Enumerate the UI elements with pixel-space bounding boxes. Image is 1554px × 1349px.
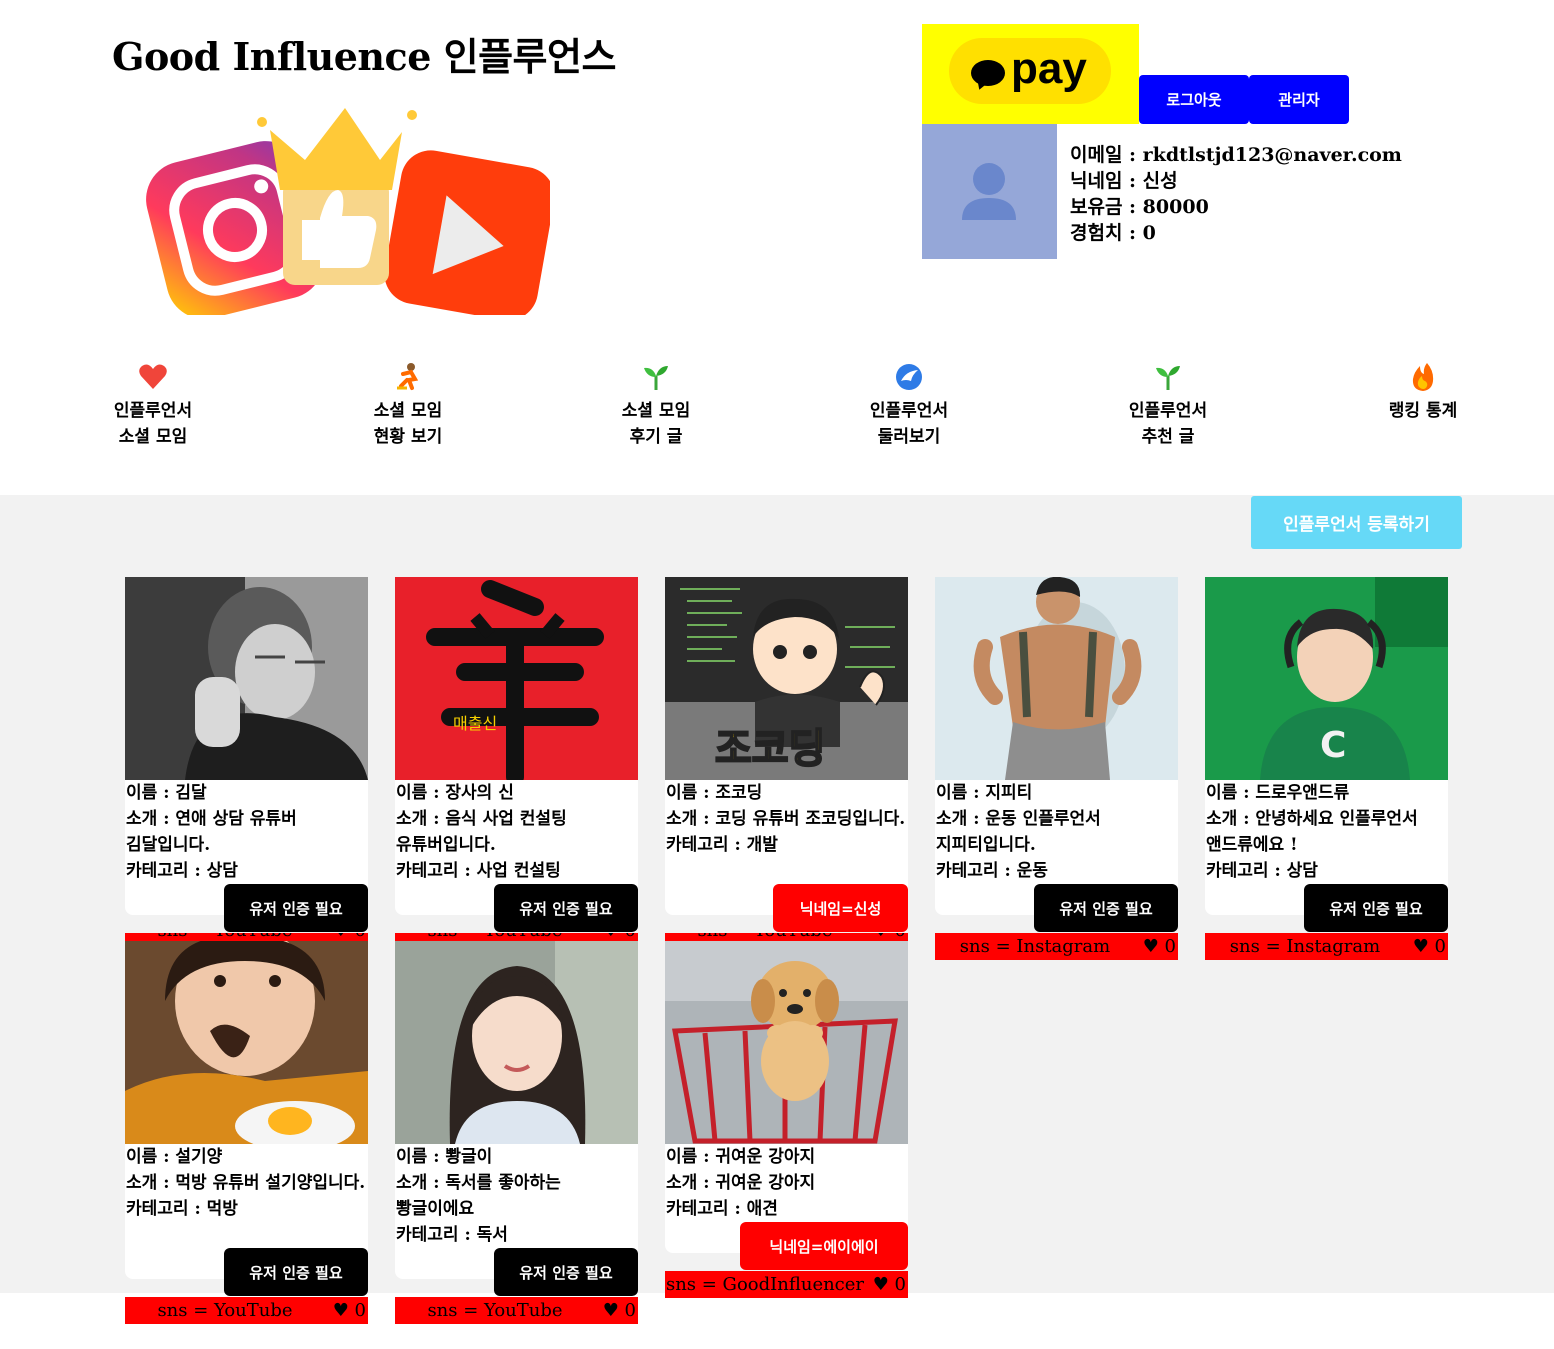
influencer-name: 이름 : 설기양 bbox=[126, 1147, 223, 1167]
nav-influencer-recommend[interactable]: 인플루언서 추천 글 bbox=[1068, 362, 1268, 450]
influencer-category: 카테고리 : 개발 bbox=[666, 835, 778, 855]
influencer-photo: C bbox=[1205, 577, 1448, 780]
user-verify-button[interactable]: 유저 인증 필요 bbox=[494, 884, 638, 932]
sns-bar: sns = GoodInfluencer ♥ 0 bbox=[665, 1271, 908, 1298]
influencer-name: 이름 : 귀여운 강아지 bbox=[666, 1147, 816, 1167]
nav-ranking-stats[interactable]: 랭킹 통계 bbox=[1323, 362, 1523, 424]
influencer-intro: 소개 : 안녕하세요 인플루언서 앤드류에요 ! bbox=[1206, 809, 1418, 855]
pay-label: pay bbox=[1011, 44, 1087, 93]
nickname-button[interactable]: 닉네임=신성 bbox=[773, 884, 908, 932]
influencer-photo: 조코딩 bbox=[665, 577, 908, 780]
influencer-card[interactable]: 이름 : 설기양 소개 : 먹방 유튜버 설기양입니다. 카테고리 : 먹방 유… bbox=[125, 941, 368, 1324]
influencer-intro: 소개 : 먹방 유튜버 설기양입니다. bbox=[126, 1173, 366, 1193]
pay-badge: pay bbox=[949, 38, 1111, 104]
influencer-category: 카테고리 : 독서 bbox=[396, 1225, 508, 1245]
influencer-photo bbox=[395, 941, 638, 1144]
influencer-card[interactable]: 조코딩 이름 : 조코딩 소개 : 코딩 유튜버 조코딩입니다. 카테고리 : … bbox=[665, 577, 908, 942]
influencer-photo bbox=[125, 577, 368, 780]
user-nickname: 닉네임 : 신성 bbox=[1070, 170, 1178, 192]
influencer-intro: 소개 : 음식 사업 컨설팅 유튜버입니다. bbox=[396, 809, 567, 855]
influencer-category: 카테고리 : 운동 bbox=[936, 861, 1048, 881]
like-count: ♥ 0 bbox=[1412, 936, 1446, 957]
site-logo bbox=[140, 100, 555, 321]
user-balance: 보유금 : 80000 bbox=[1070, 196, 1209, 218]
influencer-card[interactable]: 이름 : 귀여운 강아지 소개 : 귀여운 강아지 카테고리 : 애견 닉네임=… bbox=[665, 941, 908, 1298]
user-exp: 경험치 : 0 bbox=[1070, 222, 1156, 244]
admin-button[interactable]: 관리자 bbox=[1249, 75, 1349, 124]
like-count: ♥ 0 bbox=[332, 1300, 366, 1321]
youtube-icon bbox=[384, 150, 555, 321]
like-count: ♥ 0 bbox=[872, 1274, 906, 1295]
like-count: ♥ 0 bbox=[1142, 936, 1176, 957]
user-verify-button[interactable]: 유저 인증 필요 bbox=[494, 1248, 638, 1296]
svg-text:조코딩: 조코딩 bbox=[715, 726, 825, 772]
influencer-photo bbox=[665, 941, 908, 1144]
influencer-photo bbox=[935, 577, 1178, 780]
influencer-card[interactable]: 매출신 이름 : 장사의 신 소개 : 음식 사업 컨설팅 유튜버입니다. 카테… bbox=[395, 577, 638, 942]
sns-bar: sns = Instagram ♥ 0 bbox=[935, 933, 1178, 960]
influencer-card[interactable]: 이름 : 지피티 소개 : 운동 인플루언서 지피티입니다. 카테고리 : 운동… bbox=[935, 577, 1178, 960]
influencer-intro: 소개 : 연애 상담 유튜버 김달입니다. bbox=[126, 809, 297, 855]
svg-text:C: C bbox=[1320, 725, 1346, 766]
influencer-intro: 소개 : 코딩 유튜버 조코딩입니다. bbox=[666, 809, 906, 829]
bird-badge-icon bbox=[896, 364, 922, 390]
influencer-name: 이름 : 장사의 신 bbox=[396, 783, 514, 803]
influencer-intro: 소개 : 운동 인플루언서 지피티입니다. bbox=[936, 809, 1101, 855]
influencer-name: 이름 : 드로우앤드류 bbox=[1206, 783, 1350, 803]
influencer-category: 카테고리 : 상담 bbox=[126, 861, 238, 881]
nav-social-review[interactable]: 소셜 모임 후기 글 bbox=[556, 362, 756, 450]
nav-influencer-social[interactable]: 인플루언서 소셜 모임 bbox=[53, 362, 253, 450]
influencer-card[interactable]: 이름 : 뽱글이 소개 : 독서를 좋아하는 뽱글이에요 카테고리 : 독서 유… bbox=[395, 941, 638, 1324]
fire-icon bbox=[1412, 363, 1434, 391]
nickname-button[interactable]: 닉네임=에이에이 bbox=[740, 1222, 908, 1270]
nav-influencer-browse[interactable]: 인플루언서 둘러보기 bbox=[809, 362, 1009, 450]
kakao-pay-button[interactable]: pay bbox=[922, 24, 1139, 124]
influencer-name: 이름 : 김달 bbox=[126, 783, 207, 803]
user-verify-button[interactable]: 유저 인증 필요 bbox=[224, 884, 368, 932]
influencer-card[interactable]: 이름 : 김달 소개 : 연애 상담 유튜버 김달입니다. 카테고리 : 상담 … bbox=[125, 577, 368, 942]
nav-social-status[interactable]: 소셜 모임 현황 보기 bbox=[308, 362, 508, 450]
site-title: Good Influence 인플루언스 bbox=[112, 34, 616, 79]
sns-bar: sns = Instagram ♥ 0 bbox=[1205, 933, 1448, 960]
sns-bar: sns = YouTube ♥ 0 bbox=[395, 1297, 638, 1324]
sprout-icon bbox=[1156, 366, 1180, 390]
influencer-intro: 소개 : 독서를 좋아하는 뽱글이에요 bbox=[396, 1173, 561, 1219]
influencer-category: 카테고리 : 먹방 bbox=[126, 1199, 238, 1219]
user-verify-button[interactable]: 유저 인증 필요 bbox=[1304, 884, 1448, 932]
logout-button[interactable]: 로그아웃 bbox=[1139, 75, 1249, 124]
user-silhouette-icon bbox=[962, 163, 1016, 220]
user-info: 이메일 : rkdtlstjd123@naver.com 닉네임 : 신성 보유… bbox=[1070, 142, 1402, 246]
influencer-category: 카테고리 : 상담 bbox=[1206, 861, 1318, 881]
user-verify-button[interactable]: 유저 인증 필요 bbox=[1034, 884, 1178, 932]
runner-icon bbox=[397, 363, 419, 390]
influencer-photo: 매출신 bbox=[395, 577, 638, 780]
like-count: ♥ 0 bbox=[602, 1300, 636, 1321]
influencer-card[interactable]: C 이름 : 드로우앤드류 소개 : 안녕하세요 인플루언서 앤드류에요 ! 카… bbox=[1205, 577, 1448, 960]
influencer-photo bbox=[125, 941, 368, 1144]
influencer-name: 이름 : 뽱글이 bbox=[396, 1147, 493, 1167]
register-influencer-button[interactable]: 인플루언서 등록하기 bbox=[1251, 496, 1462, 549]
influencer-category: 카테고리 : 사업 컨설팅 bbox=[396, 861, 561, 881]
heart-icon bbox=[139, 364, 167, 389]
avatar bbox=[922, 124, 1057, 259]
influencer-name: 이름 : 조코딩 bbox=[666, 783, 763, 803]
influencer-name: 이름 : 지피티 bbox=[936, 783, 1033, 803]
user-email: 이메일 : rkdtlstjd123@naver.com bbox=[1070, 144, 1402, 166]
influencer-intro: 소개 : 귀여운 강아지 bbox=[666, 1173, 816, 1193]
sprout-icon bbox=[644, 366, 668, 390]
svg-text:매출신: 매출신 bbox=[453, 714, 497, 733]
sns-bar: sns = YouTube ♥ 0 bbox=[125, 1297, 368, 1324]
user-verify-button[interactable]: 유저 인증 필요 bbox=[224, 1248, 368, 1296]
influencer-category: 카테고리 : 애견 bbox=[666, 1199, 778, 1219]
